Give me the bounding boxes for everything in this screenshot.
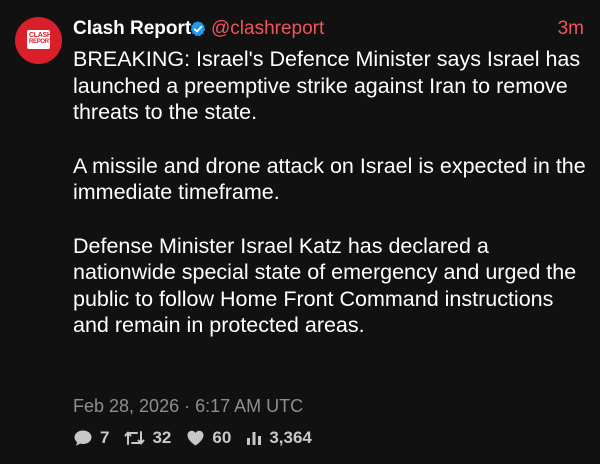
post-paragraph: BREAKING: Israel's Defence Minister says… <box>73 47 581 124</box>
avatar-logo-text-1: CLASH <box>29 32 52 39</box>
post: CLASH REPORT Clash Report @clashreport 3… <box>0 0 600 464</box>
verified-badge-icon <box>190 21 206 37</box>
heart-icon <box>187 430 204 446</box>
post-timestamp[interactable]: Feb 28, 2026 · 6:17 AM UTC <box>73 394 303 418</box>
reply-count: 7 <box>100 428 110 447</box>
repost-button[interactable]: 32 <box>124 427 171 449</box>
author-name[interactable]: Clash Report <box>73 17 191 41</box>
post-paragraph: A missile and drone attack on Israel is … <box>73 153 586 205</box>
like-button[interactable]: 60 <box>186 427 231 449</box>
comment-icon <box>74 430 92 446</box>
repost-icon <box>124 431 145 445</box>
views-button[interactable]: 3,364 <box>246 427 312 449</box>
avatar-logo-text-2: REPORT <box>29 39 53 45</box>
post-header: Clash Report @clashreport 3m <box>73 17 584 43</box>
post-body: BREAKING: Israel's Defence Minister says… <box>73 46 588 339</box>
repost-count: 32 <box>152 428 172 447</box>
reply-button[interactable]: 7 <box>73 427 109 449</box>
post-paragraph: Defense Minister Israel Katz has declare… <box>73 233 577 338</box>
post-time-ago[interactable]: 3m <box>558 17 584 41</box>
like-count: 60 <box>212 428 232 447</box>
author-handle[interactable]: @clashreport <box>211 17 324 41</box>
view-count: 3,364 <box>269 428 312 447</box>
views-icon <box>247 432 262 445</box>
avatar[interactable]: CLASH REPORT <box>15 17 62 64</box>
engagement-bar: 7 32 60 3,364 <box>73 426 327 450</box>
